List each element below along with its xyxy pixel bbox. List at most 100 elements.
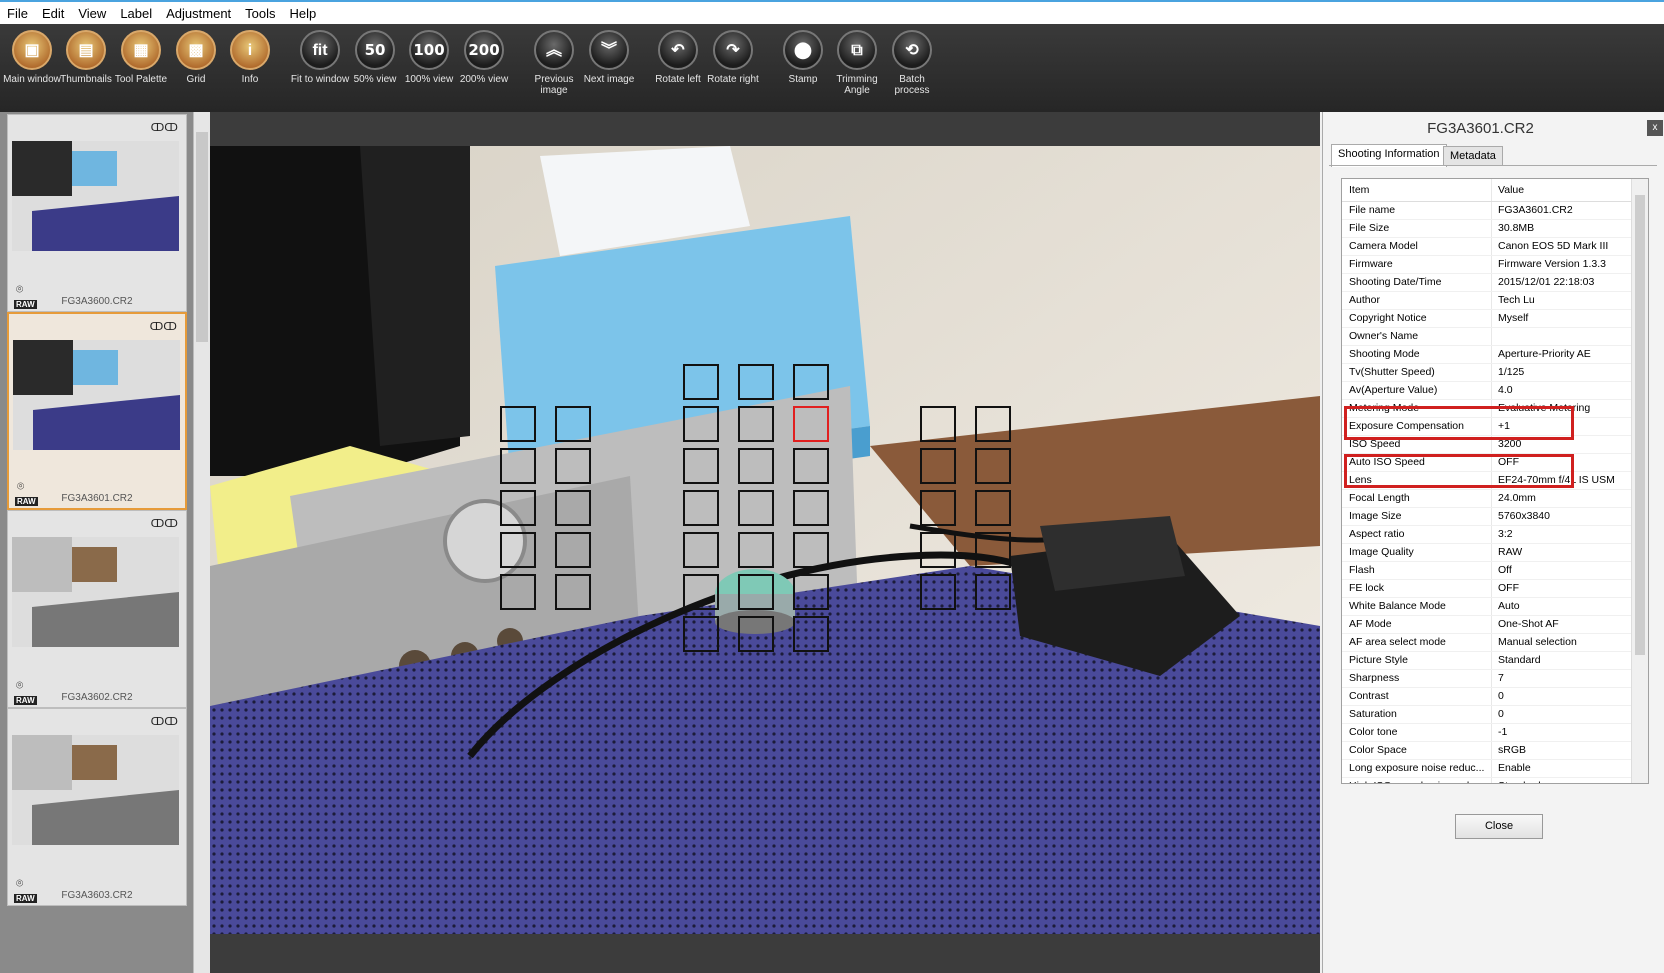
toolbar-label: Info: [241, 74, 259, 85]
af-point: [793, 448, 829, 484]
af-point: [738, 532, 774, 568]
toolbar-button-batch-process[interactable]: ⟲ Batch process: [882, 30, 942, 96]
row-value: Myself: [1498, 312, 1529, 324]
table-row[interactable]: Image Quality RAW: [1342, 544, 1632, 562]
menu-bar: File Edit View Label Adjustment Tools Help: [0, 0, 1664, 24]
toolbar-label: Grid: [186, 74, 206, 85]
toolbar-button-fit[interactable]: fit Fit to window: [290, 30, 350, 85]
menu-help[interactable]: Help: [283, 6, 324, 21]
shooting-info-table[interactable]: Item Value File name FG3A3601.CR2 File Siz…: [1341, 178, 1649, 784]
table-row[interactable]: Long exposure noise reduc... Enable: [1342, 760, 1632, 778]
table-row[interactable]: Firmware Firmware Version 1.3.3: [1342, 256, 1632, 274]
row-value: 0: [1498, 690, 1504, 702]
table-row[interactable]: AF Mode One-Shot AF: [1342, 616, 1632, 634]
table-row[interactable]: Shooting Mode Aperture-Priority AE: [1342, 346, 1632, 364]
menu-edit[interactable]: Edit: [35, 6, 71, 21]
table-row[interactable]: Flash Off: [1342, 562, 1632, 580]
menu-tools[interactable]: Tools: [238, 6, 282, 21]
table-row[interactable]: Author Tech Lu: [1342, 292, 1632, 310]
table-row[interactable]: Contrast 0: [1342, 688, 1632, 706]
table-row[interactable]: Aspect ratio 3:2: [1342, 526, 1632, 544]
table-row[interactable]: Color Space sRGB: [1342, 742, 1632, 760]
row-value: Tech Lu: [1498, 294, 1535, 306]
row-item: Sharpness: [1342, 670, 1492, 687]
toolbar-button-next-image[interactable]: ︾ Next image: [579, 30, 639, 85]
table-row[interactable]: Saturation 0: [1342, 706, 1632, 724]
menu-file[interactable]: File: [0, 6, 35, 21]
af-point: [683, 406, 719, 442]
table-row[interactable]: White Balance Mode Auto: [1342, 598, 1632, 616]
toolbar-button-zoom-200[interactable]: 200 200% view: [454, 30, 514, 85]
zoom-50-icon: 50: [355, 30, 395, 70]
row-value: 24.0mm: [1498, 492, 1536, 504]
row-item: AF Mode: [1342, 616, 1492, 633]
close-button[interactable]: Close: [1455, 814, 1543, 839]
table-row[interactable]: High ISO speed noise redu...Standard: [1342, 778, 1632, 783]
af-point: [555, 532, 591, 568]
thumbnail-image: [12, 537, 179, 647]
column-header-item[interactable]: Item: [1342, 179, 1492, 201]
tab-shooting-information[interactable]: Shooting Information: [1331, 144, 1447, 167]
toolbar-button-info[interactable]: i Info: [220, 30, 280, 85]
menu-label[interactable]: Label: [113, 6, 159, 21]
thumbnail-image: [13, 340, 180, 450]
table-scrollbar[interactable]: [1631, 179, 1648, 783]
scrollbar-thumb[interactable]: [1635, 195, 1645, 655]
table-row[interactable]: Copyright Notice Myself: [1342, 310, 1632, 328]
menu-adjustment[interactable]: Adjustment: [159, 6, 238, 21]
preview-image[interactable]: [210, 146, 1320, 934]
toolbar-button-trimming-angle[interactable]: ⧉ Trimming Angle: [827, 30, 887, 96]
row-value: One-Shot AF: [1498, 618, 1559, 630]
toolbar-button-thumbnails[interactable]: ▤ Thumbnails: [56, 30, 116, 85]
toolbar-button-previous-image[interactable]: ︽ Previous image: [524, 30, 584, 96]
tab-metadata[interactable]: Metadata: [1443, 146, 1503, 166]
thumbnail-item[interactable]: ↀↀ ⌾ RAW FG3A3602.CR2: [7, 510, 187, 708]
row-value: Aperture-Priority AE: [1498, 348, 1591, 360]
table-row[interactable]: FE lock OFF: [1342, 580, 1632, 598]
table-row[interactable]: AF area select mode Manual selection: [1342, 634, 1632, 652]
table-row[interactable]: Sharpness 7: [1342, 670, 1632, 688]
table-row[interactable]: Camera Model Canon EOS 5D Mark III: [1342, 238, 1632, 256]
table-row[interactable]: Focal Length 24.0mm: [1342, 490, 1632, 508]
af-point: [555, 448, 591, 484]
table-row[interactable]: Tv(Shutter Speed) 1/125: [1342, 364, 1632, 382]
table-row[interactable]: Image Size 5760x3840: [1342, 508, 1632, 526]
thumbnail-item[interactable]: ↀↀ ⌾ RAW FG3A3600.CR2: [7, 114, 187, 312]
thumbnail-scrollbar[interactable]: [193, 112, 211, 973]
close-icon[interactable]: x: [1647, 120, 1663, 136]
row-item: File name: [1342, 202, 1492, 219]
row-value: Enable: [1498, 762, 1531, 774]
row-value: 7: [1498, 672, 1504, 684]
toolbar-button-rotate-right[interactable]: ↷ Rotate right: [703, 30, 763, 85]
toolbar-button-main-window[interactable]: ▣ Main window: [2, 30, 62, 85]
scrollbar-thumb[interactable]: [196, 132, 208, 342]
row-item: Firmware: [1342, 256, 1492, 273]
toolbar-button-rotate-left[interactable]: ↶ Rotate left: [648, 30, 708, 85]
row-value: 4.0: [1498, 384, 1513, 396]
table-row[interactable]: File Size 30.8MB: [1342, 220, 1632, 238]
shooting-info-panel: FG3A3601.CR2 x Shooting Information Meta…: [1322, 112, 1664, 973]
menu-view[interactable]: View: [71, 6, 113, 21]
thumbnail-item[interactable]: ↀↀ ⌾ RAW FG3A3601.CR2: [7, 312, 187, 510]
af-point: [920, 448, 956, 484]
table-row[interactable]: Shooting Date/Time 2015/12/01 22:18:03: [1342, 274, 1632, 292]
table-row[interactable]: Av(Aperture Value) 4.0: [1342, 382, 1632, 400]
toolbar-button-stamp[interactable]: ⬤ Stamp: [773, 30, 833, 85]
thumbnail-filename: FG3A3601.CR2: [61, 493, 133, 504]
toolbar-button-zoom-50[interactable]: 50 50% view: [345, 30, 405, 85]
thumbnail-item[interactable]: ↀↀ ⌾ RAW FG3A3603.CR2: [7, 708, 187, 906]
af-point: [738, 616, 774, 652]
table-row[interactable]: Owner's Name: [1342, 328, 1632, 346]
row-value: 5760x3840: [1498, 510, 1550, 522]
table-row[interactable]: File name FG3A3601.CR2: [1342, 202, 1632, 220]
thumbnail-filename: FG3A3600.CR2: [61, 296, 133, 307]
toolbar-button-tool-palette[interactable]: ▦ Tool Palette: [111, 30, 171, 85]
toolbar-button-zoom-100[interactable]: 100 100% view: [399, 30, 459, 85]
toolbar-button-grid[interactable]: ▩ Grid: [166, 30, 226, 85]
af-point: [738, 364, 774, 400]
table-row[interactable]: Picture Style Standard: [1342, 652, 1632, 670]
batch-process-icon: ⟲: [892, 30, 932, 70]
column-header-value[interactable]: Value: [1492, 179, 1632, 201]
table-row[interactable]: Color tone -1: [1342, 724, 1632, 742]
row-item: Contrast: [1342, 688, 1492, 705]
